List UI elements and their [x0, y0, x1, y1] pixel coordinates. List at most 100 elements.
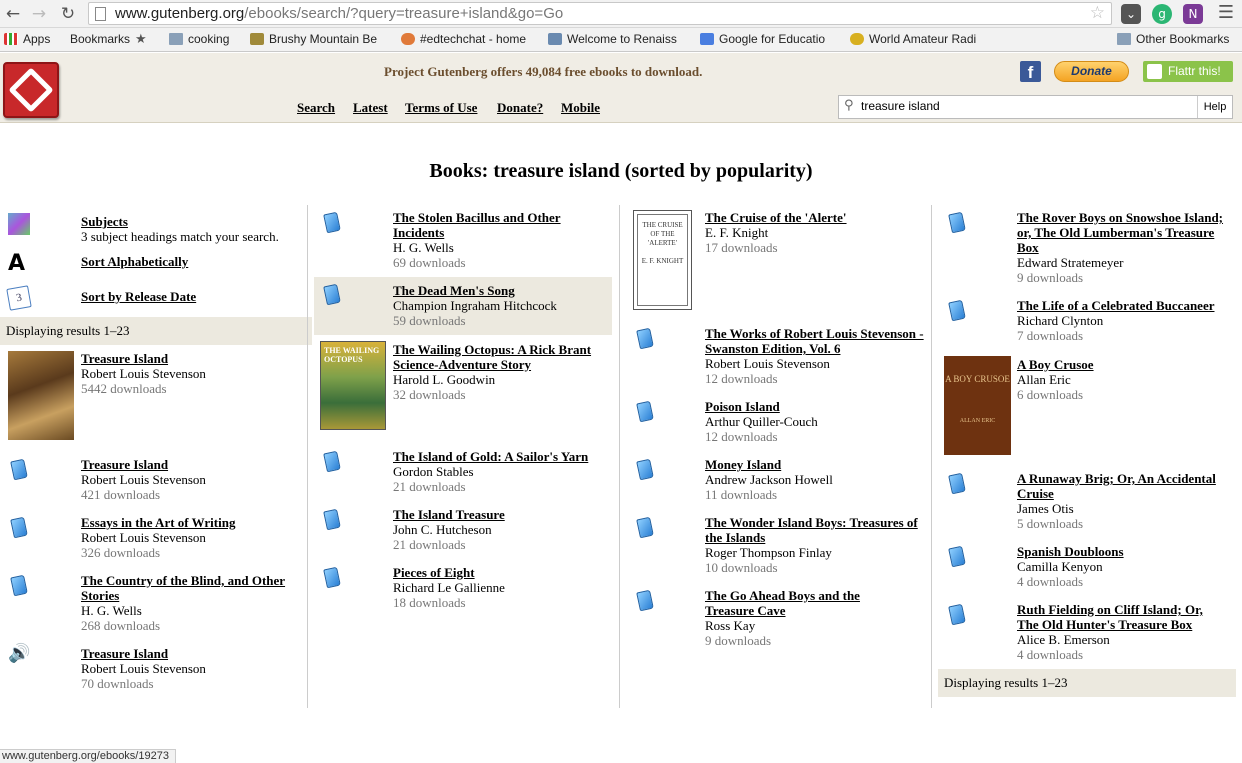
bookmark-world-amateur-radio[interactable]: World Amateur Radi [850, 32, 988, 46]
book-title[interactable]: The Works of Robert Louis Stevenson - Sw… [705, 326, 925, 356]
book-item[interactable]: A Runaway Brig; Or, An Accidental Cruise… [932, 471, 1238, 533]
book-title[interactable]: The Island Treasure [393, 507, 505, 522]
book-item[interactable]: The Island Treasure John C. Hutcheson 21… [308, 507, 619, 555]
nav-mobile[interactable]: Mobile [561, 100, 600, 116]
book-item[interactable]: 🔊 Treasure Island Robert Louis Stevenson… [0, 643, 312, 694]
book-title[interactable]: The Go Ahead Boys and the Treasure Cave [705, 588, 890, 618]
cover-wailing-octopus: THE WAILING OCTOPUS [320, 341, 386, 430]
donate-button[interactable]: Donate [1054, 61, 1129, 82]
book-author: Harold L. Goodwin [393, 372, 496, 387]
onenote-icon[interactable]: N [1183, 4, 1203, 24]
sort-alphabetically-row[interactable]: A Sort Alphabetically [0, 253, 312, 277]
book-item[interactable]: The Stolen Bacillus and Other Incidents … [308, 210, 619, 272]
nav-donate[interactable]: Donate? [497, 100, 543, 116]
book-title[interactable]: Money Island [705, 457, 781, 472]
nav-latest[interactable]: Latest [353, 100, 388, 116]
book-item[interactable]: THE CRUISE OF THE 'ALERTE' E. F. KNIGHT T… [620, 210, 931, 312]
book-item[interactable]: Treasure Island Robert Louis Stevenson 5… [0, 351, 312, 443]
cover-author-text: ALLAN ERIC [959, 418, 996, 424]
book-title[interactable]: The Cruise of the 'Alerte' [705, 210, 847, 225]
grammarly-icon[interactable]: g [1152, 4, 1172, 24]
facebook-icon[interactable]: f [1020, 61, 1041, 82]
nav-terms[interactable]: Terms of Use [405, 100, 477, 116]
bookmark-apps[interactable]: Apps [4, 32, 59, 46]
google-icon [700, 33, 714, 45]
sort-release-row[interactable]: 3 Sort by Release Date [0, 285, 312, 311]
subjects-title[interactable]: Subjects [81, 214, 128, 229]
book-title[interactable]: The Country of the Blind, and Other Stor… [81, 573, 301, 603]
book-item[interactable]: THE WAILING OCTOPUS The Wailing Octopus:… [308, 341, 619, 433]
bookmark-cooking[interactable]: cooking [169, 32, 241, 46]
bookmark-renaissance[interactable]: Welcome to Renaiss [548, 32, 686, 46]
address-bar[interactable]: www.gutenberg.org/ebooks/search/?query=t… [88, 2, 1112, 25]
url-text[interactable]: www.gutenberg.org/ebooks/search/?query=t… [115, 5, 563, 22]
book-item[interactable]: The Works of Robert Louis Stevenson - Sw… [620, 326, 931, 388]
pocket-icon[interactable]: ⌄ [1121, 4, 1141, 24]
book-title[interactable]: A Boy Crusoe [1017, 357, 1094, 372]
book-downloads: 326 downloads [81, 545, 161, 560]
book-title[interactable]: A Runaway Brig; Or, An Accidental Cruise [1017, 471, 1232, 501]
bookmark-bookmarks[interactable]: ★ Bookmarks [70, 32, 160, 46]
book-title[interactable]: The Life of a Celebrated Buccaneer [1017, 298, 1214, 313]
menu-icon[interactable]: ☰ [1218, 2, 1234, 23]
back-icon[interactable]: ← [2, 3, 24, 25]
book-item[interactable]: Ruth Fielding on Cliff Island; Or, The O… [932, 602, 1238, 664]
book-title[interactable]: Ruth Fielding on Cliff Island; Or, The O… [1017, 602, 1222, 632]
book-author: Camilla Kenyon [1017, 559, 1103, 574]
book-author: Robert Louis Stevenson [81, 530, 206, 545]
star-icon: ★ [135, 32, 147, 46]
book-item[interactable]: The Island of Gold: A Sailor's Yarn Gord… [308, 449, 619, 497]
book-item[interactable]: The Wonder Island Boys: Treasures of the… [620, 515, 931, 579]
book-item[interactable]: The Life of a Celebrated Buccaneer Richa… [932, 298, 1238, 346]
book-item[interactable]: Spanish Doubloons Camilla Kenyon 4 downl… [932, 544, 1238, 592]
book-title[interactable]: The Wonder Island Boys: Treasures of the… [705, 515, 920, 545]
book-downloads: 32 downloads [393, 387, 466, 402]
book-title[interactable]: Poison Island [705, 399, 780, 414]
alphabet-icon: A [8, 251, 26, 276]
book-title[interactable]: The Island of Gold: A Sailor's Yarn [393, 449, 588, 464]
nav-search[interactable]: Search [297, 100, 335, 116]
book-title[interactable]: The Rover Boys on Snowshoe Island; or, T… [1017, 210, 1237, 255]
book-item[interactable]: The Country of the Blind, and Other Stor… [0, 573, 312, 637]
flattr-button[interactable]: Flattr this! [1143, 61, 1233, 82]
book-item[interactable]: The Go Ahead Boys and the Treasure Cave … [620, 588, 931, 652]
reload-icon[interactable]: ↻ [57, 3, 79, 25]
book-item[interactable]: Poison Island Arthur Quiller-Couch 12 do… [620, 399, 931, 447]
book-item-highlighted[interactable]: The Dead Men's Song Champion Ingraham Hi… [314, 277, 612, 335]
help-button[interactable]: Help [1197, 96, 1232, 118]
search-box[interactable]: ⚲ treasure island Help [838, 95, 1233, 119]
book-icon [323, 211, 341, 234]
results-column-3: THE CRUISE OF THE 'ALERTE' E. F. KNIGHT T… [619, 205, 931, 708]
bookmark-google-education[interactable]: Google for Educatio [700, 32, 835, 46]
audio-icon: 🔊 [8, 643, 31, 664]
bookmark-brushy-mountain[interactable]: Brushy Mountain Be [250, 32, 385, 46]
book-title[interactable]: Treasure Island [81, 351, 168, 366]
bookmark-edtechchat[interactable]: #edtechchat - home [401, 32, 536, 46]
sort-release-link[interactable]: Sort by Release Date [81, 289, 196, 304]
book-title[interactable]: Pieces of Eight [393, 565, 475, 580]
gutenberg-logo[interactable] [3, 62, 59, 118]
site-icon [401, 33, 415, 45]
sort-alphabetically-link[interactable]: Sort Alphabetically [81, 254, 188, 269]
book-icon [323, 566, 341, 589]
subjects-link-row[interactable]: Subjects 3 subject headings match your s… [0, 209, 312, 244]
book-item[interactable]: Money Island Andrew Jackson Howell 11 do… [620, 457, 931, 505]
book-title[interactable]: The Dead Men's Song [393, 283, 515, 298]
book-title[interactable]: The Wailing Octopus: A Rick Brant Scienc… [393, 342, 608, 372]
book-icon [636, 327, 654, 350]
book-title[interactable]: Essays in the Art of Writing [81, 515, 235, 530]
book-author: Andrew Jackson Howell [705, 472, 833, 487]
book-item[interactable]: Essays in the Art of Writing Robert Loui… [0, 515, 312, 563]
bookmark-star-icon[interactable]: ☆ [1090, 3, 1105, 23]
book-title[interactable]: The Stolen Bacillus and Other Incidents [393, 210, 603, 240]
book-title[interactable]: Treasure Island [81, 646, 168, 661]
book-item[interactable]: Pieces of Eight Richard Le Gallienne 18 … [308, 565, 619, 613]
forward-icon[interactable]: → [28, 3, 50, 25]
book-item[interactable]: A BOY CRUSOE ALLAN ERIC A Boy Crusoe Alla… [932, 356, 1238, 456]
bookmark-other[interactable]: Other Bookmarks [1117, 32, 1239, 46]
book-item[interactable]: The Rover Boys on Snowshoe Island; or, T… [932, 210, 1238, 288]
search-input[interactable]: treasure island [861, 99, 940, 113]
book-title[interactable]: Treasure Island [81, 457, 168, 472]
book-title[interactable]: Spanish Doubloons [1017, 544, 1124, 559]
book-item[interactable]: Treasure Island Robert Louis Stevenson 4… [0, 457, 312, 505]
